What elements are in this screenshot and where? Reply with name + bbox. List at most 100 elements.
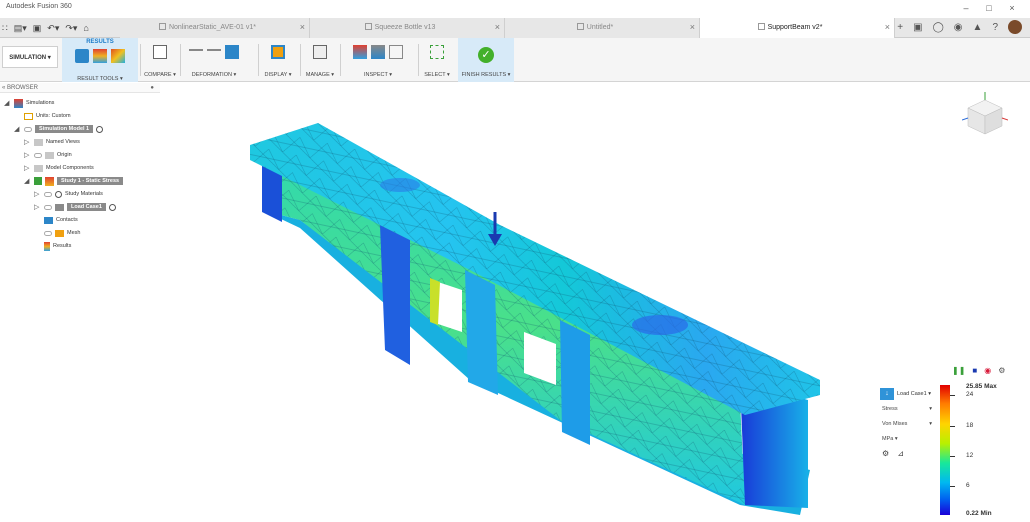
result-tools-menu[interactable]: RESULT TOOLS ▾ [62,76,138,82]
gear-icon[interactable]: ⚙ [882,449,889,458]
deformation-menu[interactable]: DEFORMATION ▾ [182,72,246,78]
simulation-icon [14,98,23,108]
visibility-icon[interactable] [44,191,52,197]
tree-results[interactable]: Results [44,240,71,252]
collapse-icon[interactable]: « [2,85,5,91]
max-label: 25.85 Max [966,383,997,390]
expand-icon[interactable]: ▷ [24,164,31,172]
expand-icon[interactable]: ▷ [24,138,31,146]
record-icon[interactable]: ◉ [984,366,991,375]
result-type-label: Stress [882,406,898,412]
save-icon[interactable]: ▣ [33,23,42,34]
close-tab-icon[interactable]: × [885,22,890,32]
manage-icon[interactable] [313,45,327,59]
browser-panel: « BROWSER ● ◢ Simulations Units: Custom … [0,83,160,253]
tab-untitled[interactable]: Untitled* × [505,18,700,38]
expand-icon[interactable]: ◢ [24,177,31,185]
tree-load-case[interactable]: ▷ Load Case1 [34,201,116,213]
expand-icon[interactable]: ▷ [24,151,31,159]
tree-origin[interactable]: ▷ Origin [24,149,72,161]
load-case-selector[interactable]: ↓ Load Case1 ▾ [880,388,936,400]
tree-study[interactable]: ◢ Study 1 - Static Stress [24,175,124,187]
tree-simulations[interactable]: ◢ Simulations [4,97,54,109]
activate-icon[interactable] [96,125,104,133]
result-plot-icon[interactable] [93,49,107,63]
tab-supportbeam[interactable]: SupportBeam v2* × [700,18,895,38]
undo-icon[interactable]: ↶▾ [47,23,59,34]
visibility-icon[interactable] [44,230,52,236]
measure-icon[interactable] [371,45,385,59]
maximize-icon[interactable]: □ [983,2,995,14]
minimize-icon[interactable]: – [960,2,972,14]
expand-icon[interactable]: ◢ [14,125,21,133]
tree-label: Simulations [26,100,55,106]
compare-menu[interactable]: COMPARE ▾ [142,72,178,78]
close-tab-icon[interactable]: × [300,22,305,32]
notifications-icon[interactable]: ▲ [973,22,983,33]
finish-results-tab[interactable]: ✓ FINISH RESULTS ▾ [458,38,514,82]
activate-icon[interactable] [108,203,116,211]
tree-mesh[interactable]: Mesh [44,227,80,239]
settings-icon[interactable]: ⚙ [998,366,1005,375]
display-icon[interactable] [271,45,285,59]
browser-pin-icon[interactable]: ● [150,83,154,93]
folder-icon [45,151,54,159]
new-tab-icon[interactable]: + [897,22,903,33]
globe-icon[interactable]: ◉ [954,22,963,33]
tree-contacts[interactable]: Contacts [44,214,78,226]
close-tab-icon[interactable]: × [495,22,500,32]
visibility-icon[interactable] [44,204,52,210]
tree-model-components[interactable]: ▷ Model Components [24,162,94,174]
visibility-icon[interactable] [24,126,32,132]
stress-component-dropdown[interactable]: Von Mises ▾ [880,418,936,430]
deformation-scale-icon[interactable] [207,49,221,57]
redo-icon[interactable]: ↷▾ [65,23,77,34]
tree-named-views[interactable]: ▷ Named Views [24,136,80,148]
pause-icon[interactable]: ❚❚ [952,366,965,375]
stop-icon[interactable]: ■ [972,366,977,375]
result-surface-icon[interactable] [111,49,125,63]
manage-menu[interactable]: MANAGE ▾ [302,72,338,78]
inspect-menu[interactable]: INSPECT ▾ [342,72,414,78]
min-label: 0.22 Min [966,510,992,517]
app-grid-icon[interactable]: ∷ [2,23,8,34]
display-menu[interactable]: DISPLAY ▾ [260,72,296,78]
expand-icon[interactable]: ▷ [34,190,41,198]
tab-squeeze-bottle[interactable]: Squeeze Bottle v13 × [310,18,505,38]
units-dropdown[interactable]: MPa ▾ [880,433,936,445]
result-camera-icon[interactable] [75,49,89,63]
job-status-icon[interactable]: ◯ [933,22,944,33]
probe-icon[interactable] [353,45,367,59]
compare-icon[interactable] [153,45,167,59]
tree-units[interactable]: Units: Custom [24,110,71,122]
workspace-switcher[interactable]: SIMULATION ▾ [2,46,58,68]
select-menu[interactable]: SELECT ▾ [420,72,454,78]
comments-icon[interactable]: ▣ [913,22,922,33]
close-tab-icon[interactable]: × [690,22,695,32]
browser-header[interactable]: « BROWSER ● [0,83,160,93]
checkbox-icon[interactable] [34,177,42,185]
help-icon[interactable]: ? [992,22,998,33]
avatar[interactable] [1008,20,1022,34]
finish-check-icon[interactable]: ✓ [478,47,494,63]
close-icon[interactable]: × [1006,2,1018,14]
section-icon[interactable] [389,45,403,59]
result-type-dropdown[interactable]: Stress ▾ [880,403,936,415]
expand-icon[interactable]: ▷ [34,203,41,211]
finish-results-menu[interactable]: FINISH RESULTS ▾ [458,72,514,78]
ruler-icon[interactable]: ⊿ [897,449,904,458]
select-icon[interactable] [430,45,444,59]
deformation-none-icon[interactable] [189,49,203,57]
file-menu-icon[interactable]: ▤▾ [14,23,27,34]
tree-label: Units: Custom [36,113,71,119]
home-icon[interactable]: ⌂ [83,23,88,33]
stress-hotspot [380,178,420,192]
view-cube[interactable] [962,92,1008,138]
tree-study-materials[interactable]: ▷ Study Materials [34,188,103,200]
visibility-icon[interactable] [34,152,42,158]
results-tab[interactable]: RESULTS RESULT TOOLS ▾ [62,38,138,82]
tab-nonlinearstatic[interactable]: NonlinearStatic_AVE-01 v1* × [120,18,310,38]
expand-icon[interactable]: ◢ [4,99,11,107]
deformation-actual-icon[interactable] [225,45,239,59]
tree-simulation-model[interactable]: ◢ Simulation Model 1 [14,123,104,135]
